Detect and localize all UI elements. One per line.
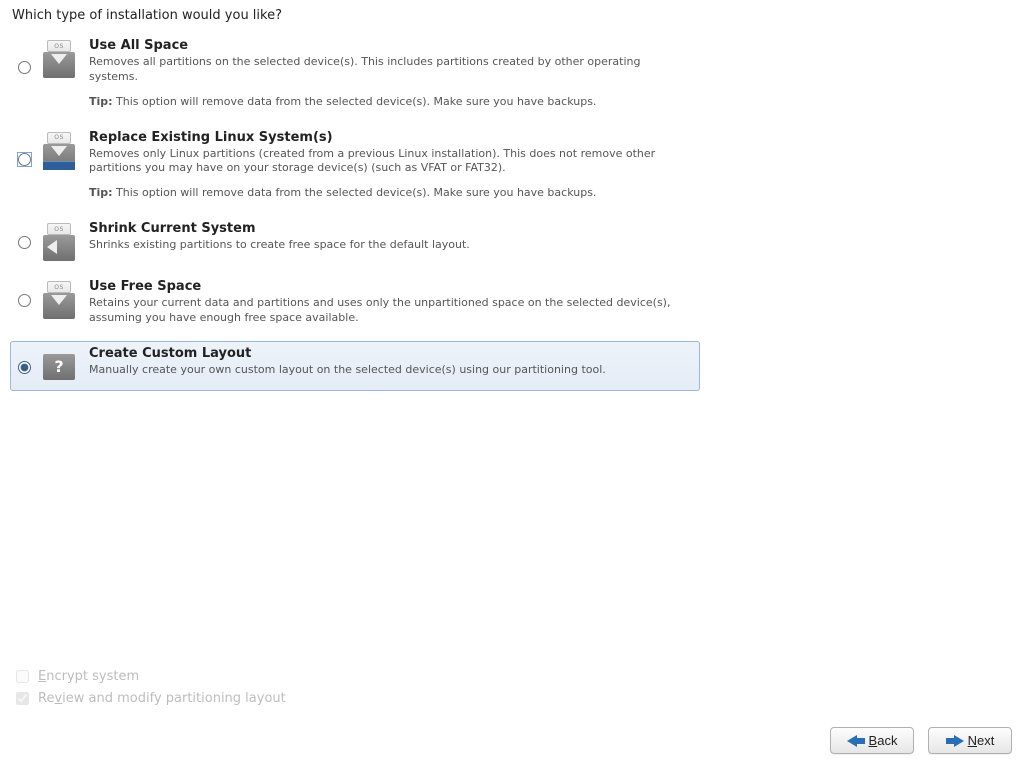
next-button-label: Next: [968, 733, 995, 748]
next-button[interactable]: Next: [928, 727, 1012, 754]
option-tip: Tip: This option will remove data from t…: [89, 186, 691, 201]
option-custom-layout[interactable]: ? Create Custom Layout Manually create you…: [10, 341, 700, 391]
option-title: Replace Existing Linux System(s): [89, 130, 691, 145]
option-radio-use-free-space[interactable]: [18, 294, 31, 307]
back-button-label: Back: [869, 733, 898, 748]
disk-icon: [43, 235, 75, 261]
option-use-all-space[interactable]: OS Use All Space Removes all partitions on…: [10, 33, 700, 117]
radio-col: [13, 128, 33, 166]
option-desc: Removes all partitions on the selected d…: [89, 55, 691, 85]
review-layout-check[interactable]: Review and modify partitioning layout: [12, 687, 1014, 709]
review-layout-checkbox[interactable]: [16, 692, 29, 705]
option-use-free-space[interactable]: OS Use Free Space Retains your current dat…: [10, 274, 700, 333]
option-title: Use Free Space: [89, 279, 691, 294]
radio-col: [13, 277, 33, 307]
option-tip: Tip: This option will remove data from t…: [89, 95, 691, 110]
os-tab-icon: OS: [47, 223, 71, 235]
back-arrow-icon: [847, 735, 865, 747]
option-title: Create Custom Layout: [89, 346, 691, 361]
option-text: Use Free Space Retains your current data …: [85, 277, 697, 330]
option-desc: Retains your current data and partitions…: [89, 296, 691, 326]
next-arrow-icon: [946, 735, 964, 747]
option-icon: OS: [33, 36, 85, 80]
option-radio-replace-linux[interactable]: [18, 153, 31, 166]
option-shrink[interactable]: OS Shrink Current System Shrinks existing …: [10, 216, 700, 266]
option-title: Use All Space: [89, 38, 691, 53]
flex-spacer: [10, 399, 1014, 665]
option-icon: OS: [33, 219, 85, 263]
option-radio-shrink[interactable]: [18, 236, 31, 249]
disk-icon: [43, 293, 75, 319]
page-title: Which type of installation would you lik…: [12, 8, 1014, 23]
wizard-footer: Back Next: [10, 727, 1014, 758]
option-desc: Shrinks existing partitions to create fr…: [89, 238, 691, 253]
encrypt-system-checkbox[interactable]: [16, 670, 29, 683]
question-icon: ?: [43, 354, 75, 380]
radio-col: [13, 36, 33, 74]
option-desc: Removes only Linux partitions (created f…: [89, 147, 691, 177]
encrypt-system-label: Encrypt system: [38, 669, 139, 684]
back-button[interactable]: Back: [830, 727, 914, 754]
option-icon: OS: [33, 128, 85, 172]
option-icon: OS: [33, 277, 85, 321]
option-title: Shrink Current System: [89, 221, 691, 236]
encrypt-system-check[interactable]: Encrypt system: [12, 665, 1014, 687]
option-desc: Manually create your own custom layout o…: [89, 363, 691, 378]
disk-icon: [43, 52, 75, 78]
option-replace-linux[interactable]: OS Replace Existing Linux System(s) Remove…: [10, 125, 700, 209]
radio-col: [13, 344, 33, 374]
option-text: Use All Space Removes all partitions on t…: [85, 36, 697, 114]
extra-checks: Encrypt system Review and modify partiti…: [12, 665, 1014, 709]
option-text: Create Custom Layout Manually create your…: [85, 344, 697, 382]
os-tab-icon: OS: [47, 132, 71, 144]
radio-col: [13, 219, 33, 249]
option-text: Shrink Current System Shrinks existing pa…: [85, 219, 697, 257]
os-tab-icon: OS: [47, 281, 71, 293]
install-options: OS Use All Space Removes all partitions on…: [10, 33, 700, 399]
option-icon: ?: [33, 344, 85, 388]
option-radio-custom-layout[interactable]: [18, 361, 31, 374]
os-tab-icon: OS: [47, 40, 71, 52]
option-radio-use-all-space[interactable]: [18, 61, 31, 74]
option-text: Replace Existing Linux System(s) Removes …: [85, 128, 697, 206]
installer-page: Which type of installation would you lik…: [0, 0, 1024, 768]
review-layout-label: Review and modify partitioning layout: [38, 691, 286, 706]
